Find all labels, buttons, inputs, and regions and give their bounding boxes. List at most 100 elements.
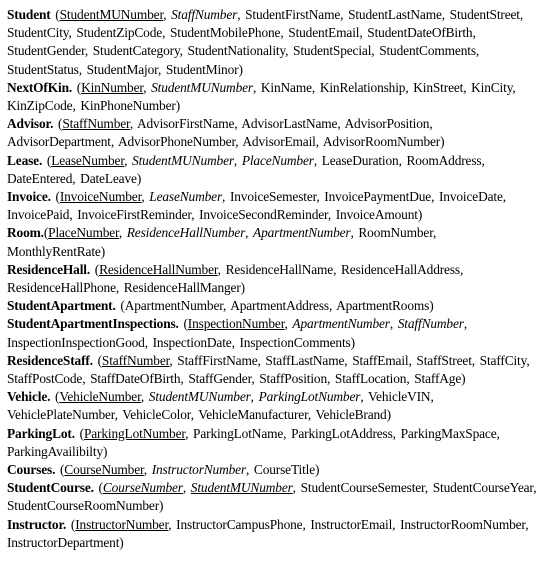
attribute: VehicleManufacturer [198,407,308,423]
attribute: KinName [260,79,312,95]
relation-5: Room.(PlaceNumber, ResidenceHallNumber, … [7,225,437,259]
attribute: RoomAddress [406,152,482,168]
attribute: StudentSpecial [293,43,372,59]
attribute: StudentCategory [92,43,180,59]
attribute: StudentMobilePhone [169,25,281,41]
attribute: KinPhoneNumber [80,98,176,114]
primary-key-attribute: KinNumber [81,79,144,95]
attribute: StaffAge [414,371,462,387]
attribute: AdvisorPosition [344,116,430,132]
foreign-key-attribute: InstructorNumber [151,462,246,478]
attribute: InvoiceSemester [229,189,317,205]
relation-name: Advisor. [7,116,54,132]
attribute: StaffEmail [352,352,409,368]
attribute: InspectionComments [239,334,351,350]
relation-open-paren: ( [42,152,52,168]
primary-key-attribute: ResidenceHallNumber [99,261,218,277]
relation-13: StudentCourse. (CourseNumber, StudentMUN… [7,480,537,514]
foreign-key-attribute: ParkingLotNumber [258,389,361,405]
attribute: StudentCourseYear [432,480,534,496]
attribute: InstructorCampusPhone [176,516,303,532]
attribute: VehiclePlateNumber [7,407,115,423]
relation-open-paren: ( [50,389,60,405]
relation-open-paren: ( [66,516,76,532]
attribute: InvoiceFirstReminder [77,207,192,223]
attribute: ResidenceHallPhone [7,280,116,296]
relation-11: ParkingLot. (ParkingLotNumber, ParkingLo… [7,425,500,459]
attribute: InstructorDepartment [7,534,120,550]
relation-8: StudentApartmentInspections. (Inspection… [7,316,468,350]
relation-4: Invoice. (InvoiceNumber, LeaseNumber, In… [7,189,506,223]
attribute: StudentNationality [187,43,286,59]
attribute: InvoiceAmount [335,207,418,223]
attribute: StaffLocation [334,371,407,387]
attribute: StaffPosition [259,371,327,387]
attribute: ApartmentNumber [124,298,224,314]
attribute: ParkingMaxSpace [400,425,497,441]
attribute: StudentGender [7,43,85,59]
relation-name: Lease. [7,152,43,168]
attribute: ResidenceHallAddress [341,261,460,277]
primary-key-attribute: CourseNumber [64,462,144,478]
attribute: StaffPostCode [7,371,83,387]
attribute: ParkingAvailibilty [7,443,103,459]
relation-open-paren: ( [50,189,60,205]
attribute: StudentMinor [165,61,239,77]
foreign-key-attribute: ApartmentNumber [253,225,351,241]
attribute: InstructorEmail [310,516,393,532]
relation-name: NextOfKin. [7,79,73,95]
relation-9: ResidenceStaff. (StaffNumber, StaffFirst… [7,352,530,387]
attribute: ParkingLotAddress [291,425,393,441]
primary-key-attribute: CourseNumber [102,480,183,496]
attribute: StaffFirstName [177,352,258,368]
attribute: StaffCity [479,352,527,368]
foreign-key-attribute: ResidenceHallNumber [126,225,246,241]
attribute: ApartmentAddress [230,298,329,314]
foreign-key-attribute: StaffNumber [397,316,464,332]
foreign-key-attribute: StudentMUNumber [148,389,251,405]
relation-open-paren: ( [55,462,65,478]
attribute: VehicleColor [122,407,191,423]
attribute: AdvisorPhoneNumber [117,134,236,150]
primary-key-attribute: InspectionNumber [187,316,285,332]
attribute: InvoicePaymentDue [324,189,432,205]
attribute: InvoiceSecondReminder [199,207,328,223]
relation-7: StudentApartment. (ApartmentNumber, Apar… [7,298,434,314]
relation-open-paren: ( [53,116,63,132]
relation-name: StudentApartmentInspections. [7,316,179,332]
attribute: KinRelationship [319,79,406,95]
relation-name: Vehicle. [7,389,51,405]
relation-open-paren: ( [93,480,103,496]
primary-key-attribute: VehicleNumber [59,389,141,405]
attribute: StudentZipCode [76,25,163,41]
relation-name: Courses. [7,462,56,478]
attribute: StudentCourseSemester [300,480,425,496]
foreign-key-attribute: ApartmentNumber [292,316,390,332]
attribute: StaffGender [188,371,252,387]
relation-6: ResidenceHall. (ResidenceHallNumber, Res… [7,261,464,296]
relation-name: ResidenceStaff. [7,352,93,368]
foreign-key-attribute: StudentMUNumber [132,152,234,168]
relation-0: Student (StudentMUNumber, StaffNumber, S… [7,7,524,77]
relation-name: Student [7,7,51,22]
relation-2: Advisor. (StaffNumber, AdvisorFirstName,… [7,116,445,150]
primary-key-attribute: StudentMUNumber [190,480,293,496]
relation-name: StudentApartment. [7,298,116,314]
relation-3: Lease. (LeaseNumber, StudentMUNumber, Pl… [7,152,485,186]
relation-name: Instructor. [7,516,67,532]
attribute: KinCity [471,79,513,95]
attribute: InspectionDate [152,334,232,350]
primary-key-attribute: LeaseNumber [51,152,125,168]
primary-key-attribute: StaffNumber [101,352,170,368]
primary-key-attribute: ParkingLotNumber [83,425,186,441]
attribute: InvoicePaid [7,207,70,223]
attribute: AdvisorEmail [242,134,316,150]
attribute: AdvisorLastName [241,116,338,132]
attribute: StudentEmail [288,25,360,41]
attribute: MonthlyRentRate [7,243,101,259]
relation-14: Instructor. (InstructorNumber, Instructo… [7,516,529,550]
relation-open-paren: ( [50,7,60,22]
attribute: StaffLastName [265,352,345,368]
attribute: InspectionInspectionGood [7,334,145,350]
attribute: StudentComments [379,43,476,59]
